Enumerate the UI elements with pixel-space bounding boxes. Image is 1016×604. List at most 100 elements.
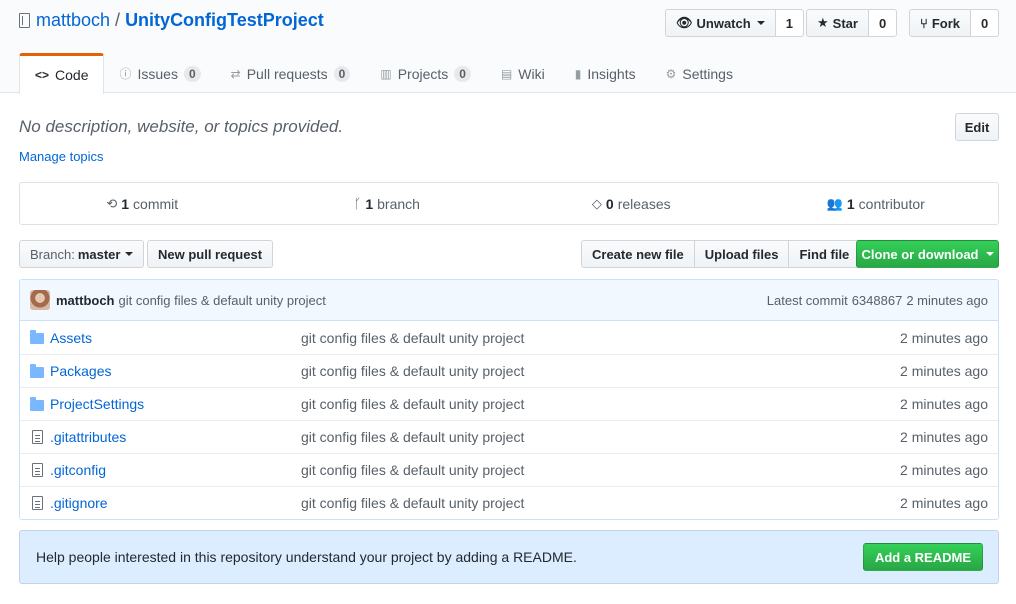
- gear-icon: ⚙: [665, 66, 677, 81]
- folder-icon: [20, 363, 50, 378]
- new-pull-request-button[interactable]: New pull request: [147, 240, 274, 268]
- commit-author[interactable]: mattboch: [56, 293, 115, 308]
- commit-sha-link[interactable]: 6348867: [852, 293, 903, 308]
- file-name-link[interactable]: .gitignore: [50, 495, 301, 511]
- clone-or-download-button[interactable]: Clone or download: [856, 240, 999, 268]
- edit-description-button[interactable]: Edit: [955, 113, 999, 141]
- repo-name-link[interactable]: UnityConfigTestProject: [125, 10, 324, 31]
- readme-prompt-text: Help people interested in this repositor…: [36, 549, 577, 565]
- commit-message[interactable]: git config files & default unity project: [119, 293, 326, 308]
- file-navigation: Create new file Upload files Find file: [581, 240, 861, 268]
- tab-wiki[interactable]: ▤ Wiki: [486, 53, 560, 94]
- contributors-label: contributor: [858, 195, 925, 212]
- repo-nav-tabs: <> Code ⓘ Issues 0 ⇄ Pull requests 0 ▥ P…: [19, 53, 748, 94]
- file-commit-message[interactable]: git config files & default unity project: [301, 363, 858, 379]
- graph-icon: ▮: [574, 66, 582, 81]
- table-row: .gitattributes git config files & default…: [20, 420, 998, 453]
- branch-prefix: Branch:: [30, 246, 75, 262]
- repo-owner-link[interactable]: mattboch: [36, 10, 110, 31]
- tab-projects[interactable]: ▥ Projects 0: [365, 53, 486, 94]
- latest-commit-prefix: Latest commit: [766, 292, 848, 308]
- clone-label: Clone or download: [861, 246, 979, 262]
- folder-icon: [20, 330, 50, 344]
- file-browser: mattboch git config files & default unit…: [19, 279, 999, 520]
- tab-issues-label: Issues: [137, 65, 178, 82]
- file-name-link[interactable]: .gitattributes: [50, 429, 301, 445]
- file-age: 2 minutes ago: [900, 396, 988, 412]
- releases-count: 0: [605, 195, 614, 212]
- file-commit-message[interactable]: git config files & default unity project: [301, 495, 858, 511]
- tab-code-label: Code: [55, 67, 89, 83]
- branches-count: 1: [365, 195, 374, 212]
- commits-count: 1: [121, 195, 130, 212]
- people-icon: 👥: [826, 195, 843, 211]
- file-icon: [20, 496, 50, 510]
- file-shape: [31, 430, 43, 444]
- table-row: ProjectSettings git config files & defaul…: [20, 387, 998, 420]
- readme-prompt: Help people interested in this repositor…: [19, 530, 999, 584]
- tab-pull-requests-label: Pull requests: [246, 65, 328, 82]
- file-age: 2 minutes ago: [900, 329, 988, 346]
- eye-icon: 👁: [676, 15, 693, 30]
- star-group: ★ Star 0: [806, 9, 898, 37]
- file-age: 2 minutes ago: [900, 462, 988, 478]
- folder-shape: [30, 363, 44, 378]
- unwatch-button[interactable]: 👁 Unwatch: [665, 9, 776, 37]
- issues-counter: 0: [183, 65, 201, 82]
- table-row: .gitconfig git config files & default uni…: [20, 453, 998, 486]
- branches-summary[interactable]: ᚴ 1 branch: [265, 183, 510, 224]
- latest-commit-info: Latest commit 6348867 2 minutes ago: [767, 280, 988, 320]
- watch-group: 👁 Unwatch 1: [665, 9, 804, 37]
- tab-pull-requests[interactable]: ⇄ Pull requests 0: [216, 53, 366, 94]
- tag-icon: ◇: [591, 195, 602, 211]
- forks-count[interactable]: 0: [970, 9, 1000, 37]
- commits-label: commit: [133, 195, 179, 212]
- tab-insights-label: Insights: [587, 65, 636, 82]
- avatar[interactable]: [30, 290, 50, 310]
- table-row: .gitignore git config files & default uni…: [20, 486, 998, 519]
- find-file-button[interactable]: Find file: [788, 240, 861, 268]
- commits-summary[interactable]: ⟲ 1 commit: [20, 183, 265, 224]
- file-commit-message[interactable]: git config files & default unity project: [301, 462, 858, 478]
- history-icon: ⟲: [106, 195, 118, 211]
- create-new-file-button[interactable]: Create new file: [581, 240, 695, 268]
- file-commit-message[interactable]: git config files & default unity project: [301, 429, 858, 445]
- releases-summary[interactable]: ◇ 0 releases: [509, 183, 754, 224]
- tab-code[interactable]: <> Code: [19, 53, 105, 94]
- file-name-link[interactable]: ProjectSettings: [50, 396, 301, 412]
- releases-label: releases: [617, 195, 671, 212]
- unwatch-label: Unwatch: [696, 15, 751, 31]
- file-name-link[interactable]: .gitconfig: [50, 462, 301, 478]
- tab-issues[interactable]: ⓘ Issues 0: [104, 53, 215, 94]
- repo-description: No description, website, or topics provi…: [19, 117, 344, 136]
- caret-down-icon: [756, 21, 765, 25]
- tab-insights[interactable]: ▮ Insights: [560, 53, 651, 94]
- branch-name: master: [77, 246, 121, 262]
- manage-topics-link[interactable]: Manage topics: [19, 149, 104, 164]
- project-icon: ▥: [380, 66, 392, 81]
- contributors-summary[interactable]: 👥 1 contributor: [754, 183, 999, 224]
- tab-settings[interactable]: ⚙ Settings: [651, 53, 748, 94]
- star-button[interactable]: ★ Star: [806, 9, 869, 37]
- file-name-link[interactable]: Packages: [50, 363, 301, 379]
- file-name-link[interactable]: Assets: [50, 330, 301, 346]
- book-icon: ▤: [500, 66, 513, 81]
- stargazers-count[interactable]: 0: [868, 9, 898, 37]
- file-commit-message[interactable]: git config files & default unity project: [301, 330, 858, 346]
- repo-header: mattboch / UnityConfigTestProject 👁 Unwa…: [0, 0, 1016, 94]
- watchers-count[interactable]: 1: [775, 9, 804, 37]
- upload-files-button[interactable]: Upload files: [693, 240, 790, 268]
- file-commit-message[interactable]: git config files & default unity project: [301, 396, 858, 412]
- branches-label: branch: [377, 195, 420, 212]
- repo-title: mattboch / UnityConfigTestProject: [19, 10, 324, 31]
- star-label: Star: [832, 15, 858, 31]
- table-row: Assets git config files & default unity p…: [20, 321, 998, 354]
- add-readme-button[interactable]: Add a README: [862, 543, 983, 571]
- caret-down-icon: [985, 252, 994, 256]
- file-icon: [20, 463, 50, 477]
- fork-button[interactable]: ⑂ Fork: [909, 9, 971, 37]
- repo-icon: [19, 13, 30, 28]
- branch-select-button[interactable]: Branch: master: [19, 240, 145, 268]
- issue-icon: ⓘ: [119, 67, 132, 81]
- table-row: Packages git config files & default unity…: [20, 354, 998, 387]
